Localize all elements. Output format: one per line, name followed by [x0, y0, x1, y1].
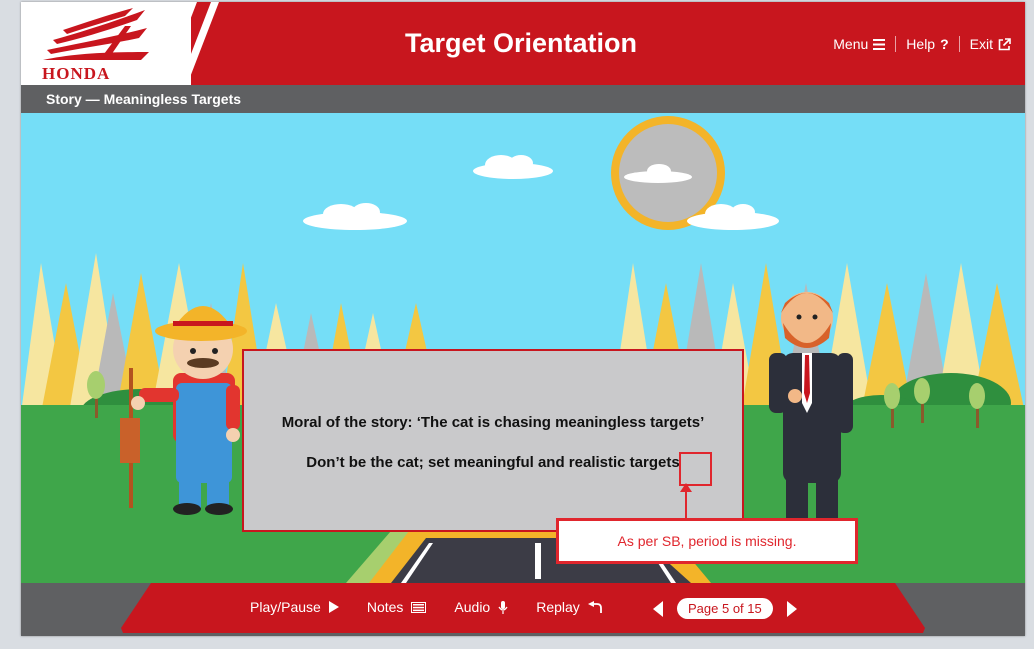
nav-divider	[895, 36, 897, 52]
menu-label: Menu	[833, 36, 869, 52]
moral-text: Moral of the story: ‘The cat is chasing …	[281, 414, 705, 431]
replay-icon	[587, 600, 602, 613]
next-page-button[interactable]	[786, 600, 797, 617]
section-title: Story — Meaningless Targets	[46, 91, 242, 107]
wing-logo-icon	[43, 8, 149, 60]
page-indicator: Page 5 of 15	[677, 598, 773, 619]
advice-text: Don’t be the cat; set meaningful and rea…	[306, 454, 680, 471]
top-navigation: Menu Help ? Exit	[833, 36, 1011, 52]
nav-divider	[958, 36, 960, 52]
playback-controls: Play/Pause Notes Audio Replay	[250, 599, 630, 615]
play-pause-button[interactable]: Play/Pause	[250, 599, 339, 615]
notes-button[interactable]: Notes	[367, 599, 427, 615]
header-stripe	[161, 2, 219, 85]
review-highlight-box	[679, 452, 712, 486]
menu-button[interactable]: Menu	[833, 36, 886, 52]
play-pause-label: Play/Pause	[250, 599, 321, 615]
keyboard-icon	[411, 601, 427, 613]
help-button[interactable]: Help ?	[906, 36, 948, 52]
exit-label: Exit	[969, 36, 993, 52]
review-connector	[685, 488, 687, 518]
notes-label: Notes	[366, 599, 404, 615]
help-label: Help	[906, 36, 936, 52]
review-comment: As per SB, period is missing.	[556, 518, 858, 564]
course-player: HONDA Target Orientation Menu Help ? Exi…	[21, 2, 1025, 636]
brand-name: HONDA	[42, 64, 111, 83]
course-title: Target Orientation	[404, 28, 638, 58]
previous-page-button[interactable]	[653, 600, 663, 617]
replay-label: Replay	[536, 599, 580, 615]
play-icon	[328, 601, 339, 613]
external-link-icon	[998, 37, 1011, 50]
audio-label: Audio	[454, 599, 491, 615]
section-bar: Story — Meaningless Targets	[21, 85, 1025, 113]
header-bar: HONDA Target Orientation Menu Help ? Exi…	[21, 2, 1025, 85]
microphone-icon	[498, 600, 508, 614]
page-navigator: Page 5 of 15	[653, 598, 797, 619]
story-moral-dialog: Moral of the story: ‘The cat is chasing …	[242, 349, 744, 532]
question-icon: ?	[940, 36, 949, 52]
exit-button[interactable]: Exit	[970, 36, 1011, 52]
hamburger-icon	[873, 38, 886, 50]
replay-button[interactable]: Replay	[536, 599, 602, 615]
audio-button[interactable]: Audio	[454, 599, 508, 615]
